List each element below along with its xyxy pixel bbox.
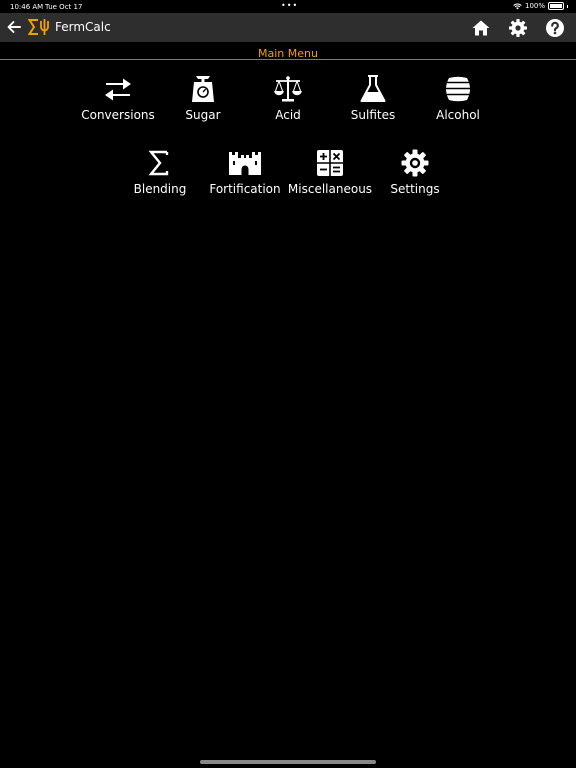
balance-scale-icon bbox=[274, 76, 302, 102]
menu-item-alcohol[interactable]: Alcohol bbox=[415, 74, 501, 134]
calculator-icon bbox=[317, 150, 343, 176]
menu-label: Sulfites bbox=[350, 108, 396, 122]
menu-item-blending[interactable]: Blending bbox=[117, 148, 203, 208]
castle-icon bbox=[229, 152, 261, 175]
menu-label: Blending bbox=[133, 182, 187, 196]
home-indicator[interactable] bbox=[200, 760, 376, 764]
menu-item-sulfites[interactable]: Sulfites bbox=[330, 74, 416, 134]
battery-tip bbox=[567, 4, 568, 8]
menu-label: Alcohol bbox=[436, 108, 480, 122]
menu-item-acid[interactable]: Acid bbox=[245, 74, 331, 134]
header-divider bbox=[0, 59, 576, 60]
battery-icon bbox=[548, 2, 564, 10]
wifi-icon bbox=[513, 3, 522, 9]
flask-icon bbox=[360, 75, 386, 102]
gear-icon bbox=[401, 149, 429, 177]
battery-percent: 100% bbox=[524, 2, 545, 10]
menu-label: Conversions bbox=[81, 108, 155, 122]
menu-label: Fortification bbox=[209, 182, 281, 196]
menu-item-miscellaneous[interactable]: Miscellaneous bbox=[287, 148, 373, 208]
status-time: 10:46 AM bbox=[10, 3, 44, 11]
menu-label: Acid bbox=[275, 108, 301, 122]
sigma-icon bbox=[148, 150, 169, 176]
status-date: Tue Oct 17 bbox=[45, 3, 83, 11]
menu-item-settings[interactable]: Settings bbox=[372, 148, 458, 208]
menu-label: Miscellaneous bbox=[287, 182, 373, 196]
arrows-exchange-icon bbox=[105, 78, 131, 101]
menu-item-fortification[interactable]: Fortification bbox=[202, 148, 288, 208]
multitasking-dots[interactable]: ••• bbox=[281, 1, 298, 10]
navigation-bar: FermCalc bbox=[0, 13, 576, 42]
barrel-icon bbox=[443, 76, 473, 102]
menu-item-conversions[interactable]: Conversions bbox=[75, 74, 161, 134]
menu-item-sugar[interactable]: Sugar bbox=[160, 74, 246, 134]
menu-label: Sugar bbox=[185, 108, 221, 122]
status-bar: 10:46 AM Tue Oct 17 ••• 100% bbox=[0, 0, 576, 13]
back-arrow-icon[interactable] bbox=[6, 19, 22, 35]
kitchen-scale-icon bbox=[192, 76, 214, 102]
section-header: Main Menu bbox=[0, 42, 576, 60]
status-right: 100% bbox=[513, 2, 568, 10]
menu-label: Settings bbox=[390, 182, 440, 196]
gear-icon[interactable] bbox=[508, 18, 528, 38]
help-icon[interactable] bbox=[545, 18, 565, 38]
app-logo-icon bbox=[28, 19, 49, 35]
home-icon[interactable] bbox=[471, 18, 491, 38]
app-title: FermCalc bbox=[55, 20, 111, 34]
